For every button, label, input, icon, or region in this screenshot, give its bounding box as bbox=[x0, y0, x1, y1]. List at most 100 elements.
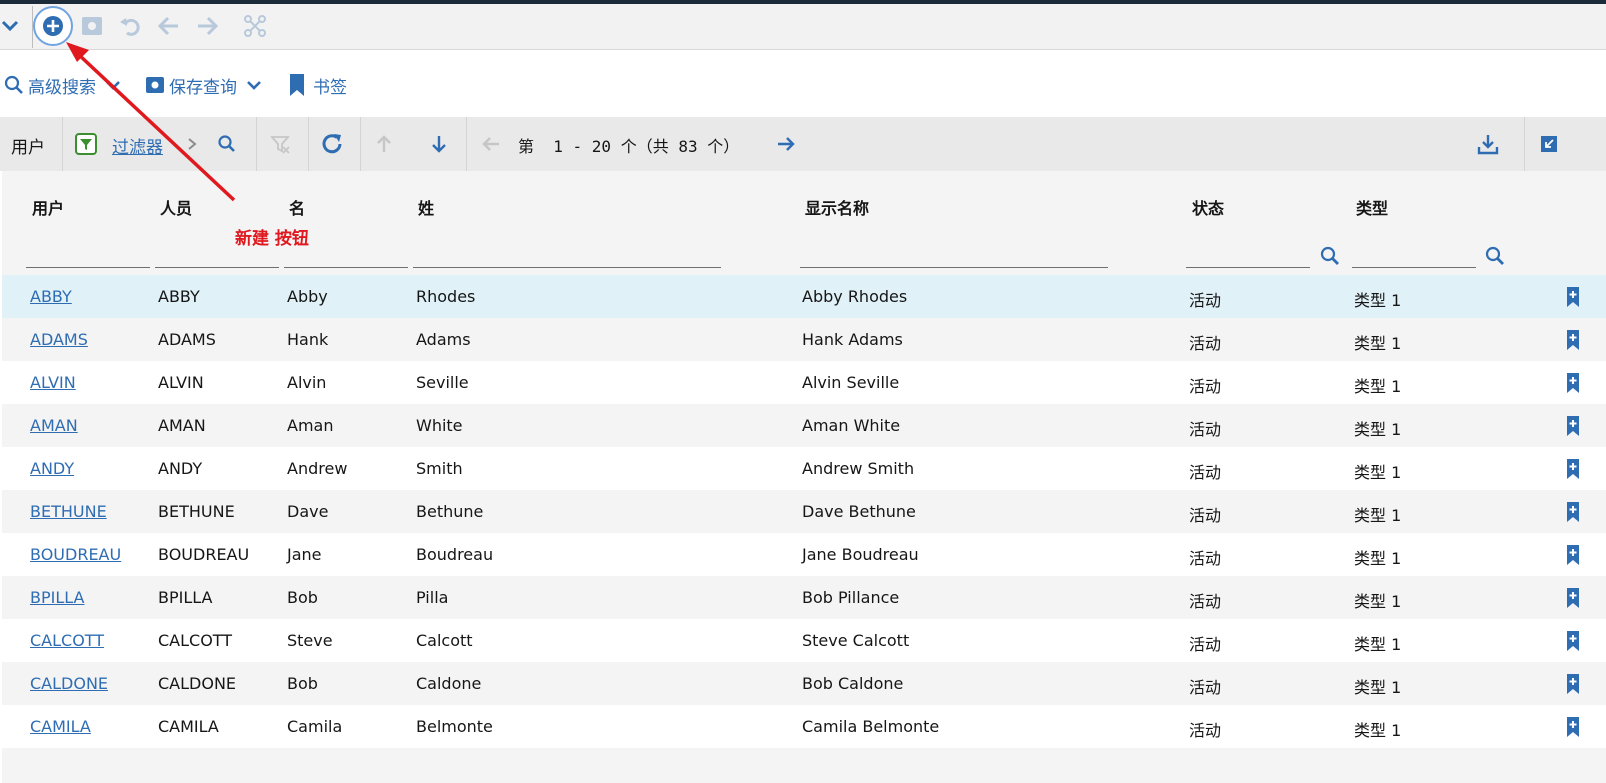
chevron-down-icon[interactable] bbox=[104, 76, 122, 94]
minimize-table-icon[interactable] bbox=[1537, 132, 1561, 156]
advanced-search-label: 高级搜索 bbox=[28, 77, 96, 98]
add-bookmark-icon[interactable] bbox=[1566, 372, 1580, 394]
download-icon[interactable] bbox=[1476, 132, 1500, 156]
undo-icon[interactable] bbox=[116, 12, 144, 40]
add-bookmark-icon[interactable] bbox=[1566, 415, 1580, 437]
cell-last-name: Belmonte bbox=[416, 717, 493, 736]
chevron-down-icon[interactable] bbox=[0, 12, 24, 40]
add-bookmark-icon[interactable] bbox=[1566, 587, 1580, 609]
table-row[interactable]: BOUDREAU BOUDREAU Jane Boudreau Jane Boudrea… bbox=[2, 533, 1606, 576]
filter-link[interactable]: 过滤器 bbox=[112, 133, 163, 158]
table-row[interactable]: CALDONE CALDONE Bob Caldone Bob Caldone 活动 类型 … bbox=[2, 662, 1606, 705]
add-bookmark-icon[interactable] bbox=[1566, 673, 1580, 695]
clear-filter-icon[interactable] bbox=[268, 132, 292, 156]
table-row[interactable]: CALCOTT CALCOTT Steve Calcott Steve Calcott 活… bbox=[2, 619, 1606, 662]
refresh-icon[interactable] bbox=[320, 132, 344, 156]
arrow-down-icon[interactable] bbox=[427, 132, 451, 156]
cell-display-name: Andrew Smith bbox=[802, 459, 915, 478]
search-icon[interactable] bbox=[1319, 245, 1341, 267]
cell-person: BPILLA bbox=[158, 588, 213, 607]
cell-user[interactable]: BETHUNE bbox=[30, 502, 107, 521]
table-row[interactable]: BPILLA BPILLA Bob Pilla Bob Pillance 活动 类型 1 bbox=[2, 576, 1606, 619]
cell-first-name: Aman bbox=[287, 416, 334, 435]
cell-last-name: Bethune bbox=[416, 502, 484, 521]
table-row[interactable]: ALVIN ALVIN Alvin Seville Alvin Seville 活动 类型 … bbox=[2, 361, 1606, 404]
add-bookmark-icon[interactable] bbox=[1566, 501, 1580, 523]
cell-type: 类型 1 bbox=[1354, 463, 1402, 482]
forward-arrow-icon[interactable] bbox=[193, 12, 221, 40]
add-bookmark-icon[interactable] bbox=[1566, 544, 1580, 566]
search-icon[interactable] bbox=[1484, 245, 1506, 267]
add-bookmark-icon[interactable] bbox=[1566, 716, 1580, 738]
table-row[interactable]: ABBY ABBY Abby Rhodes Abby Rhodes 活动 类型 1 bbox=[2, 275, 1606, 318]
new-button[interactable] bbox=[33, 6, 73, 46]
cell-type: 类型 1 bbox=[1354, 635, 1402, 654]
cell-last-name: Pilla bbox=[416, 588, 449, 607]
filter-field-first-name[interactable] bbox=[284, 267, 408, 268]
column-header-user[interactable]: 用户 bbox=[32, 195, 64, 219]
filter-field-user[interactable] bbox=[26, 267, 150, 268]
cell-user[interactable]: ABBY bbox=[30, 287, 72, 306]
previous-page-icon[interactable] bbox=[479, 132, 503, 156]
column-header-person[interactable]: 人员 bbox=[160, 195, 192, 219]
divider bbox=[360, 117, 361, 171]
cell-person: BETHUNE bbox=[158, 502, 235, 521]
cell-user[interactable]: ALVIN bbox=[30, 373, 76, 392]
divider bbox=[1524, 117, 1525, 171]
column-header-status[interactable]: 状态 bbox=[1192, 195, 1224, 219]
users-table: 用户 人员 名 姓 显示名称 状态 类型 ABBY ABBY Abby Rhodes A… bbox=[2, 171, 1606, 783]
add-bookmark-icon[interactable] bbox=[1566, 458, 1580, 480]
cell-person: CALDONE bbox=[158, 674, 237, 693]
table-body: ABBY ABBY Abby Rhodes Abby Rhodes 活动 类型 1 ADAMS… bbox=[2, 275, 1606, 748]
saved-query-button[interactable]: 保存查询 bbox=[145, 71, 263, 99]
next-page-icon[interactable] bbox=[774, 132, 798, 156]
table-row[interactable]: AMAN AMAN Aman White Aman White 活动 类型 1 bbox=[2, 404, 1606, 447]
filter-field-display-name[interactable] bbox=[800, 267, 1108, 268]
back-arrow-icon[interactable] bbox=[155, 12, 183, 40]
table-row[interactable]: ANDY ANDY Andrew Smith Andrew Smith 活动 类型 1 bbox=[2, 447, 1606, 490]
cell-first-name: Bob bbox=[287, 588, 318, 607]
filter-field-status[interactable] bbox=[1186, 267, 1310, 268]
cell-user[interactable]: CALCOTT bbox=[30, 631, 104, 650]
column-header-first-name[interactable]: 名 bbox=[289, 195, 305, 219]
workflow-icon[interactable] bbox=[241, 12, 269, 40]
save-record-icon[interactable] bbox=[78, 12, 106, 40]
table-row[interactable]: ADAMS ADAMS Hank Adams Hank Adams 活动 类型 1 bbox=[2, 318, 1606, 361]
cell-first-name: Abby bbox=[287, 287, 328, 306]
chevron-down-icon[interactable] bbox=[245, 76, 263, 94]
filter-field-person[interactable] bbox=[155, 267, 279, 268]
filter-icon[interactable] bbox=[74, 132, 98, 156]
add-bookmark-icon[interactable] bbox=[1566, 630, 1580, 652]
cell-type: 类型 1 bbox=[1354, 721, 1402, 740]
add-bookmark-icon[interactable] bbox=[1566, 329, 1580, 351]
column-header-last-name[interactable]: 姓 bbox=[418, 195, 434, 219]
cell-first-name: Andrew bbox=[287, 459, 348, 478]
column-header-display-name[interactable]: 显示名称 bbox=[805, 195, 869, 219]
column-header-type[interactable]: 类型 bbox=[1356, 195, 1388, 219]
cell-last-name: White bbox=[416, 416, 463, 435]
table-row[interactable]: CAMILA CAMILA Camila Belmonte Camila Belmont… bbox=[2, 705, 1606, 748]
cell-user[interactable]: ADAMS bbox=[30, 330, 88, 349]
filter-field-last-name[interactable] bbox=[413, 267, 721, 268]
divider bbox=[466, 117, 467, 171]
cell-person: BOUDREAU bbox=[158, 545, 250, 564]
cell-person: ANDY bbox=[158, 459, 203, 478]
cell-user[interactable]: BOUDREAU bbox=[30, 545, 121, 564]
table-row[interactable]: BETHUNE BETHUNE Dave Bethune Dave Bethune 活动 类… bbox=[2, 490, 1606, 533]
filter-field-type[interactable] bbox=[1352, 267, 1476, 268]
bookmarks-button[interactable]: 书签 bbox=[289, 71, 347, 99]
chevron-right-icon[interactable] bbox=[180, 132, 204, 156]
cell-display-name: Aman White bbox=[802, 416, 901, 435]
add-bookmark-icon[interactable] bbox=[1566, 286, 1580, 308]
cell-user[interactable]: AMAN bbox=[30, 416, 78, 435]
list-toolbar: 用户 过滤器 第 1 - 20 个（共 83 个） bbox=[0, 117, 1606, 171]
advanced-search-button[interactable]: 高级搜索 bbox=[4, 71, 122, 99]
cell-user[interactable]: CALDONE bbox=[30, 674, 108, 693]
cell-user[interactable]: CAMILA bbox=[30, 717, 91, 736]
cell-user[interactable]: BPILLA bbox=[30, 588, 84, 607]
cell-status: 活动 bbox=[1189, 334, 1222, 353]
search-icon[interactable] bbox=[215, 132, 239, 156]
arrow-up-icon[interactable] bbox=[372, 132, 396, 156]
annotation-label: 新建 按钮 bbox=[235, 229, 309, 249]
cell-user[interactable]: ANDY bbox=[30, 459, 74, 478]
